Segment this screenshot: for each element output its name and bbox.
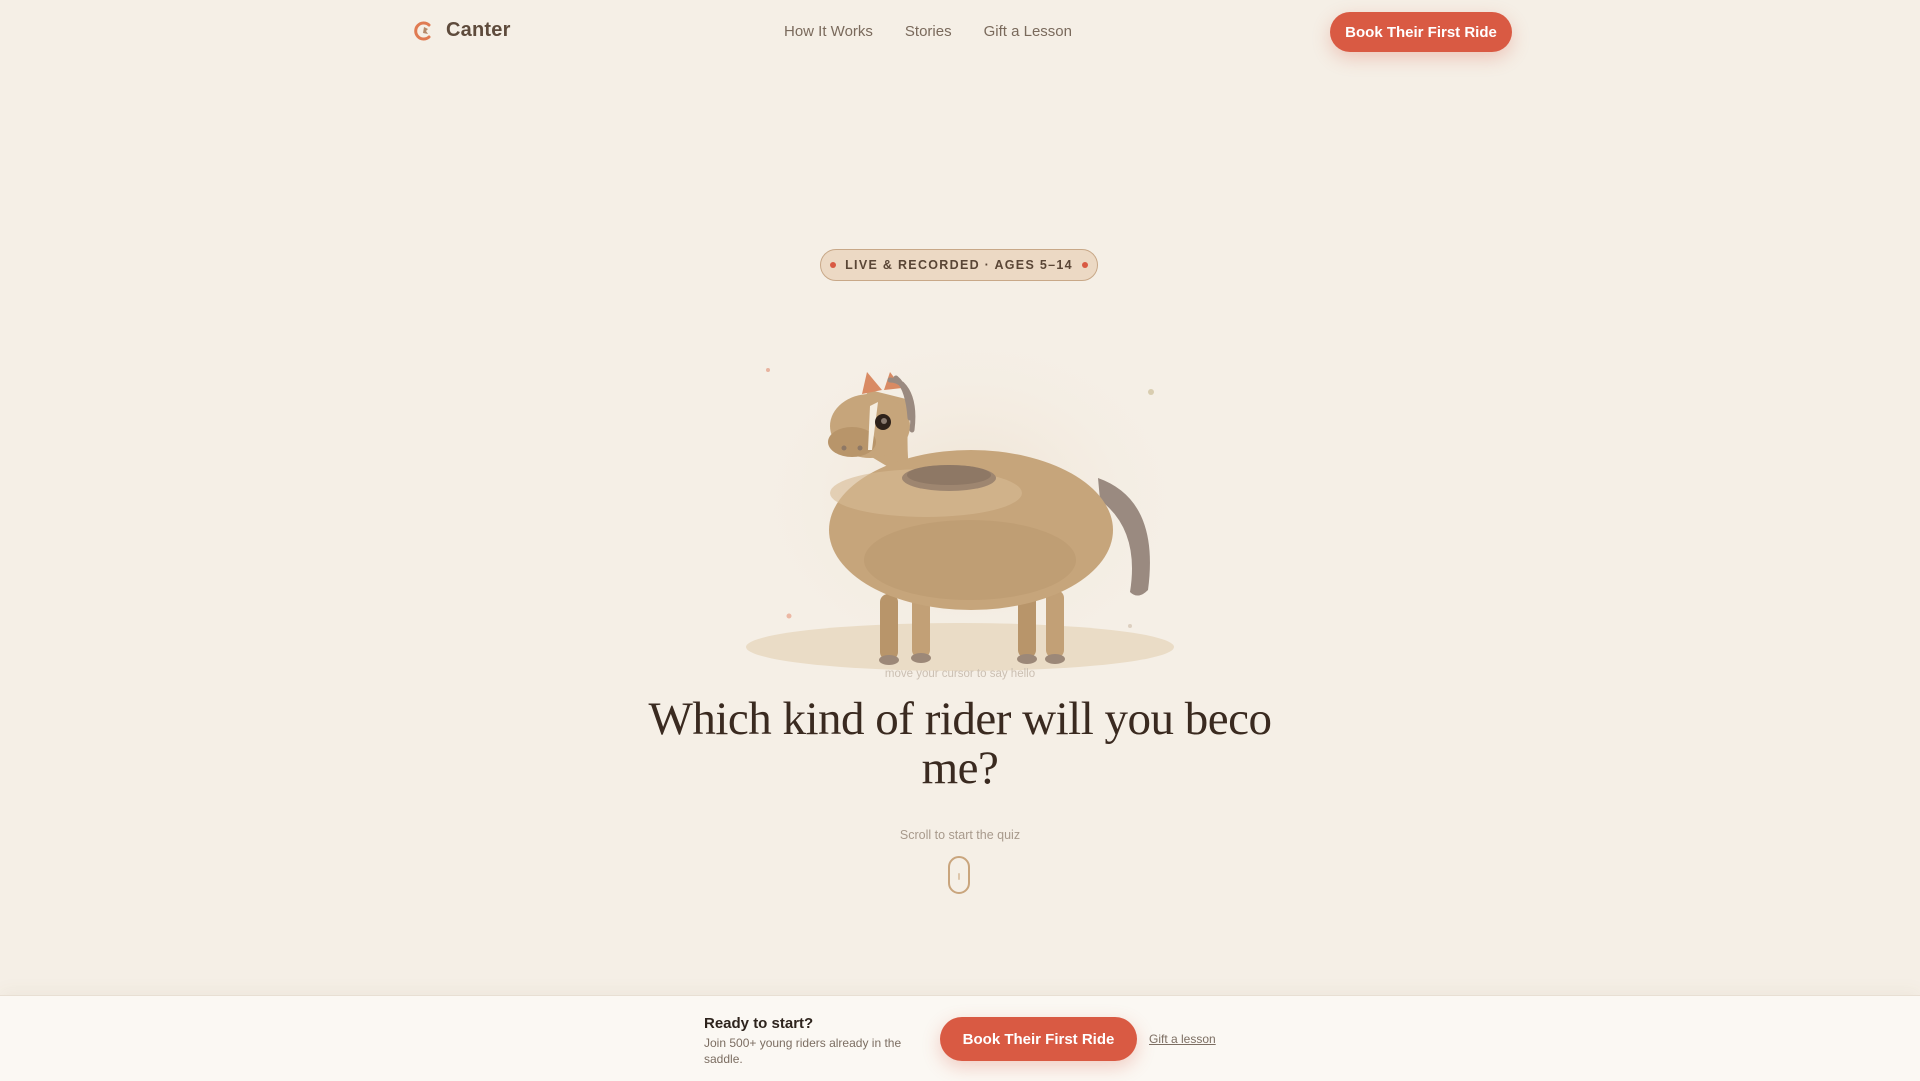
age-badge: LIVE & RECORDED · AGES 5–14	[820, 249, 1098, 281]
hero-headline: Which kind of rider will you become?	[648, 693, 1272, 794]
scroll-mouse-icon[interactable]	[948, 856, 970, 894]
ground-shadow	[746, 623, 1174, 671]
top-nav: Canter How It Works Stories Gift a Lesso…	[0, 0, 1920, 64]
badge-dot-left	[830, 262, 837, 268]
horse-illustration[interactable]	[730, 350, 1190, 680]
gift-a-lesson-link[interactable]: Gift a lesson	[1149, 1032, 1216, 1046]
nav-link-gift-a-lesson[interactable]: Gift a Lesson	[984, 23, 1072, 40]
sticky-cta-bar: Ready to start? Join 500+ young riders a…	[0, 995, 1920, 1081]
sticky-bar-title: Ready to start?	[704, 1015, 814, 1032]
sticky-bar-subtitle: Join 500+ young riders already in the sa…	[704, 1036, 902, 1066]
sticky-book-first-ride-button[interactable]: Book Their First Ride	[940, 1017, 1137, 1061]
canter-logo-icon	[414, 21, 431, 40]
scroll-prompt: Scroll to start the quiz	[899, 828, 1021, 842]
scroll-wheel	[958, 873, 960, 880]
nav-links: How It Works Stories Gift a Lesson	[784, 23, 1072, 40]
book-first-ride-button[interactable]: Book Their First Ride	[1330, 12, 1512, 52]
badge-dot-right	[1081, 262, 1088, 268]
cursor-hint: move your cursor to say hello	[884, 668, 1036, 680]
nav-link-stories[interactable]: Stories	[905, 23, 952, 40]
badge-label: LIVE & RECORDED · AGES 5–14	[845, 258, 1073, 272]
nav-link-how-it-works[interactable]: How It Works	[784, 23, 873, 40]
brand-logo[interactable]: Canter	[414, 19, 511, 42]
brand-name: Canter	[446, 19, 511, 41]
sticky-bar-text: Ready to start? Join 500+ young riders a…	[704, 1015, 924, 1067]
